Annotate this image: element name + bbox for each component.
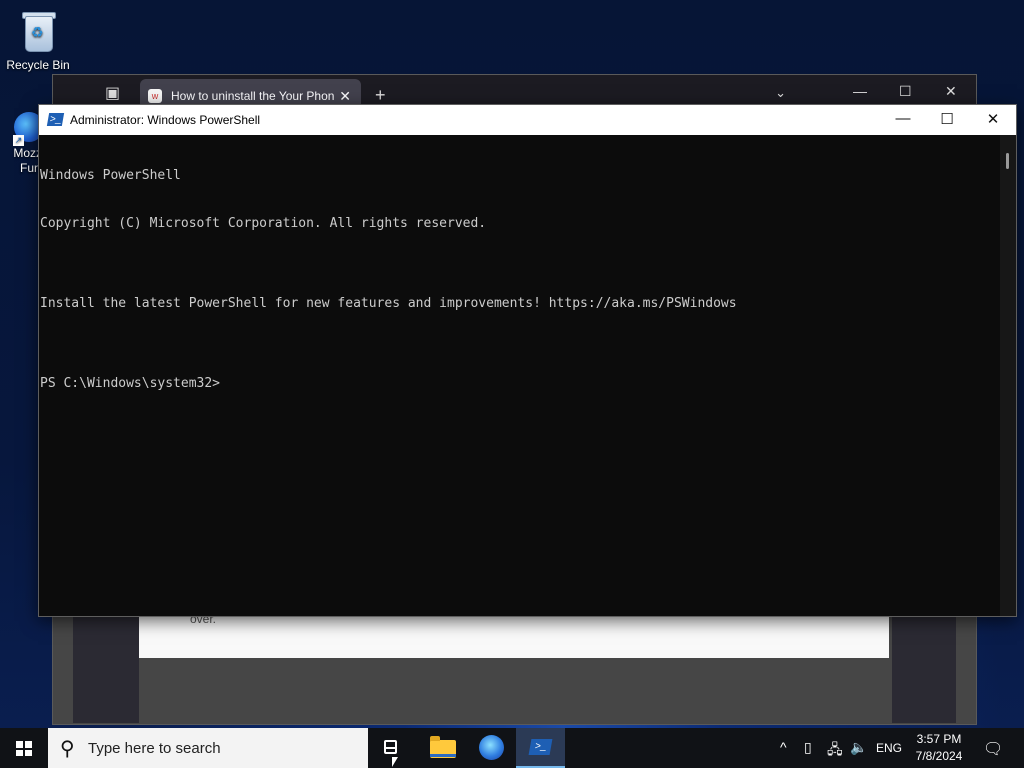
powershell-titlebar[interactable]: >_ Administrator: Windows PowerShell — ☐…	[39, 105, 1016, 135]
file-explorer-button[interactable]	[418, 728, 466, 768]
firefox-icon	[479, 735, 504, 760]
new-tab-button[interactable]: +	[375, 85, 386, 106]
maximize-button[interactable]: ☐	[932, 110, 962, 128]
browser-close-button[interactable]: ✕	[945, 83, 957, 100]
browser-maximize-button[interactable]: ☐	[899, 83, 912, 100]
page-margin-right	[892, 610, 956, 723]
minimize-button[interactable]: —	[888, 110, 918, 127]
console-line: Windows PowerShell	[40, 168, 181, 183]
page-article-fragment: over.	[139, 610, 889, 658]
console-line: Copyright (C) Microsoft Corporation. All…	[40, 216, 487, 231]
clock-date: 7/8/2024	[915, 749, 963, 763]
windows-logo-icon	[16, 741, 32, 756]
window-title: Administrator: Windows PowerShell	[70, 113, 261, 127]
mouse-cursor-icon	[392, 757, 404, 767]
taskbar-search-box[interactable]: ⚲ Type here to search	[48, 728, 368, 768]
taskbar: ⚲ Type here to search >_ ^ ▯ 🖧 🔈 ENG 3:5…	[0, 728, 1024, 768]
browser-minimize-button[interactable]: —	[853, 83, 867, 99]
powershell-taskbar-button[interactable]: >_	[516, 728, 565, 768]
volume-muted-icon[interactable]: 🔈	[850, 739, 867, 756]
clock-time: 3:57 PM	[916, 732, 962, 746]
start-button[interactable]	[0, 728, 48, 768]
task-view-icon	[384, 740, 397, 754]
network-icon[interactable]: 🖧	[827, 739, 843, 763]
search-placeholder: Type here to search	[88, 740, 221, 757]
site-favicon-icon: w	[148, 89, 162, 103]
vertical-scrollbar[interactable]	[1000, 135, 1016, 616]
notifications-icon[interactable]: 🗨	[983, 739, 1003, 759]
search-icon: ⚲	[60, 738, 75, 760]
recycle-bin-shortcut[interactable]: ♻ Recycle Bin	[0, 6, 76, 72]
recycle-bin-icon: ♻	[21, 10, 56, 52]
console-output[interactable]: Windows PowerShell Copyright (C) Microso…	[39, 135, 1000, 616]
recycle-bin-label: Recycle Bin	[6, 58, 70, 72]
powershell-window[interactable]: >_ Administrator: Windows PowerShell — ☐…	[38, 104, 1017, 617]
show-hidden-icons-chevron[interactable]: ^	[780, 739, 787, 755]
tab-manager-icon[interactable]: ▣	[105, 83, 120, 103]
list-all-tabs-icon[interactable]: ⌄	[775, 85, 786, 101]
console-prompt[interactable]: PS C:\Windows\system32>	[40, 376, 1000, 392]
page-margin-left	[73, 610, 139, 723]
close-button[interactable]: ✕	[978, 110, 1008, 128]
scrollbar-thumb[interactable]	[1006, 153, 1009, 169]
powershell-icon: >_	[528, 739, 553, 755]
usb-device-icon[interactable]: ▯	[804, 739, 812, 756]
console-line: Install the latest PowerShell for new fe…	[40, 296, 737, 311]
firefox-taskbar-button[interactable]	[467, 728, 515, 768]
input-language-indicator[interactable]: ENG	[876, 741, 902, 755]
shortcut-arrow-icon: ↗	[13, 135, 24, 146]
clock[interactable]: 3:57 PM 7/8/2024	[906, 731, 972, 765]
powershell-icon: >_	[46, 113, 65, 126]
